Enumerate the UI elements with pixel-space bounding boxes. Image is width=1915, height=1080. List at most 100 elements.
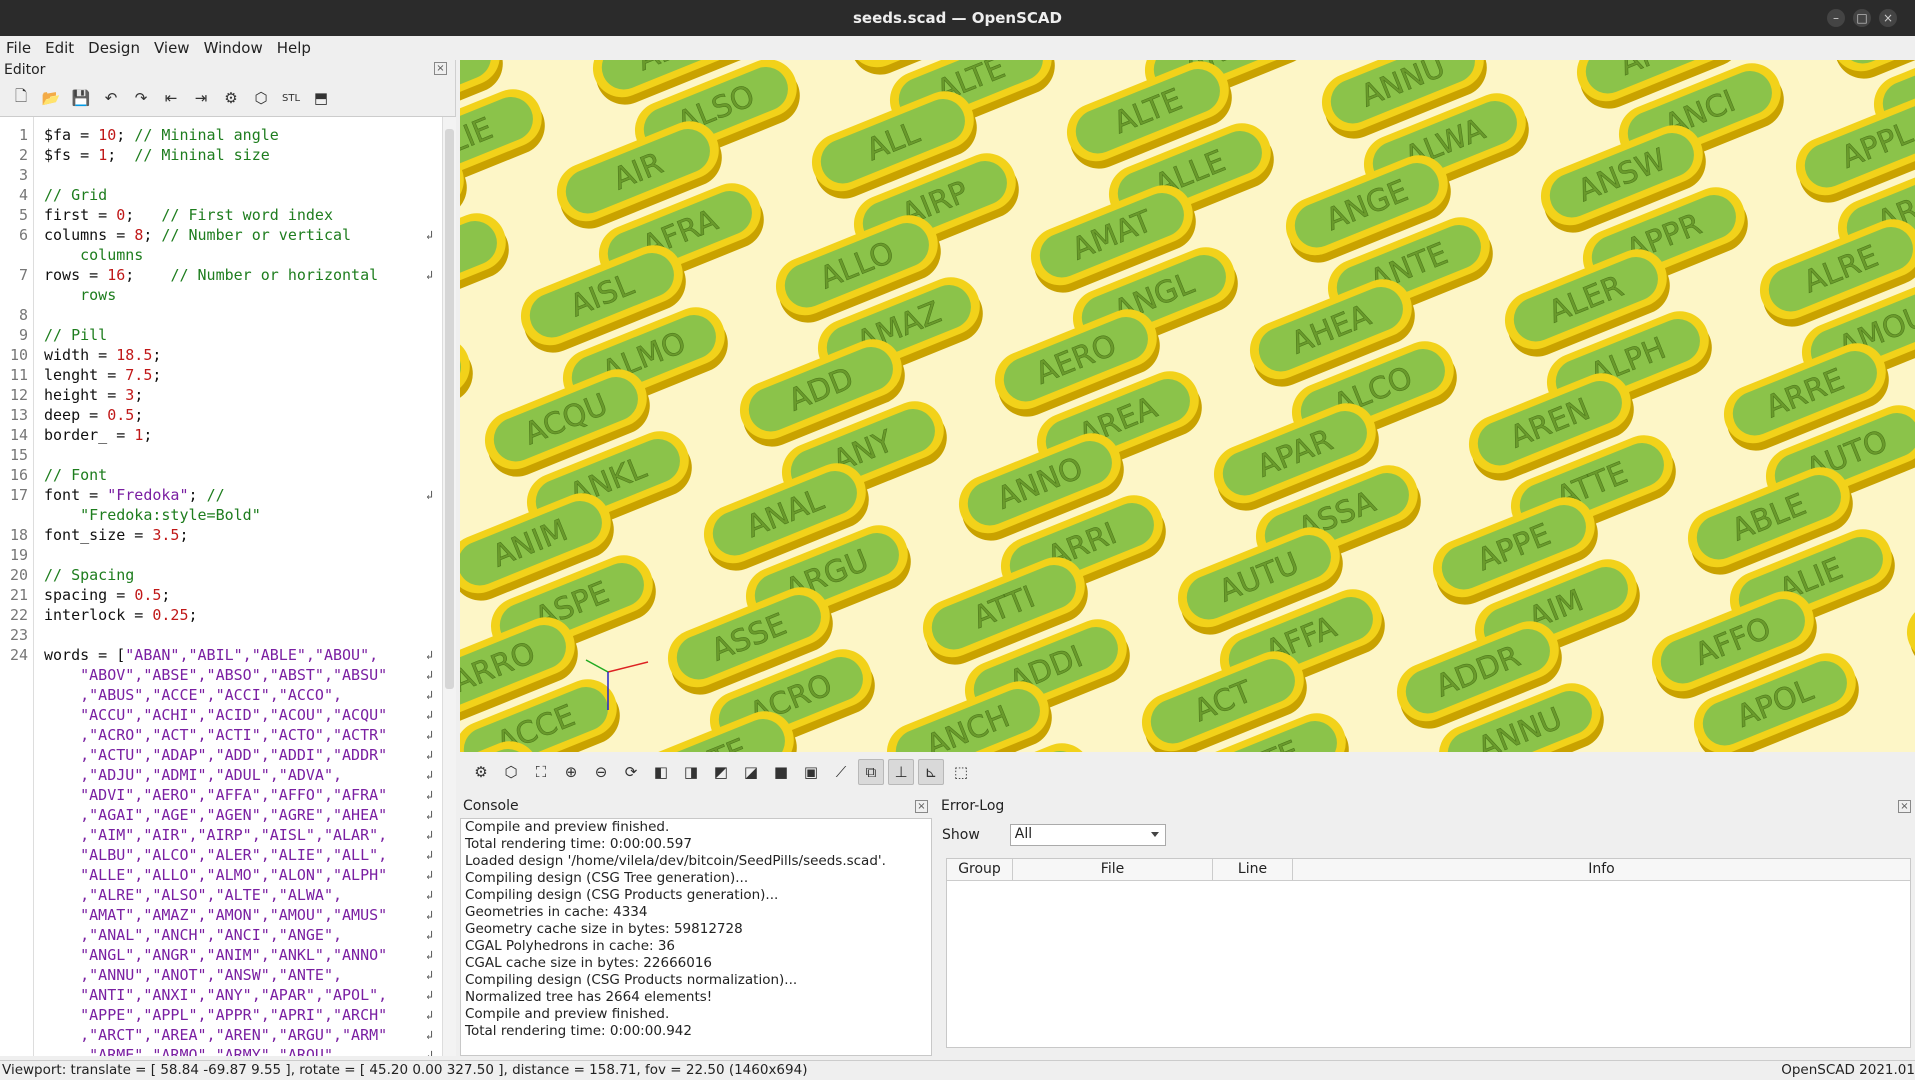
console-line: Total rendering time: 0:00:00.597 [465,836,692,852]
column-group[interactable]: Group [947,859,1013,880]
code-token: ,"AIM","AIR","AIRP","AISL","ALAR", [44,826,388,844]
code-token: "Fredoka:style=Bold" [44,506,261,524]
code-token: 1 [98,146,108,164]
line-number: 11 [9,366,28,384]
wrap-indicator-icon: ↲ [426,1048,434,1056]
error-log-panel: Error-Log × Show All Group File Line Inf… [938,798,1915,1056]
code-text: height = 3; [44,385,143,405]
minimize-button[interactable]: – [1827,9,1845,27]
view-top-icon[interactable]: ◨ [678,759,704,785]
editor-scrollbar-thumb[interactable] [445,129,454,689]
menu-window[interactable]: Window [204,39,263,57]
preview-icon[interactable]: ⚙ [468,759,494,785]
show-axes-icon[interactable]: ⊥ [888,759,914,785]
line-number: 6 [18,226,28,244]
code-text: rows = 16; // Number or horizontal [44,265,378,285]
indent-icon[interactable]: ⇥ [188,85,214,111]
wrap-indicator-icon: ↲ [426,968,434,982]
code-token: 7.5 [125,366,153,384]
code-token: ,"ADJU","ADMI","ADUL","ADVA", [44,766,343,784]
view-bottom-icon[interactable]: ◩ [708,759,734,785]
code-text: width = 18.5; [44,345,161,365]
reset-view-icon[interactable]: ⟳ [618,759,644,785]
3d-viewport[interactable]: ABLEACCEACROADDIAFFAAIMALIEALSOALTEANCHA… [460,60,1915,752]
preview-icon[interactable]: ⚙ [218,85,244,111]
error-table: Group File Line Info [946,858,1911,1048]
show-filter-select[interactable]: All [1009,824,1166,846]
wrap-indicator-icon: ↲ [426,788,434,802]
console-line: Geometries in cache: 4334 [465,904,648,920]
undo-icon[interactable]: ↶ [98,85,124,111]
column-line[interactable]: Line [1213,859,1293,880]
editor-panel: Editor × 🗋 📂 💾 ↶ ↷ ⇤ ⇥ ⚙ ⬡ STL ⬒ 1 $fa = 10; // Min… [0,60,456,1056]
line-number: 22 [9,606,28,624]
console-close-button[interactable]: × [915,800,928,813]
show-edges-icon[interactable]: ⬚ [948,759,974,785]
console-output[interactable]: Compile and preview finished. Total rende… [460,818,932,1056]
render-icon[interactable]: ⬡ [248,85,274,111]
open-file-icon[interactable]: 📂 [38,85,64,111]
render-canvas[interactable]: ABLEACCEACROADDIAFFAAIMALIEALSOALTEANCHA… [460,60,1915,752]
view-right-icon[interactable]: ◧ [648,759,674,785]
code-token: words = [ [44,646,126,664]
wrap-indicator-icon: ↲ [426,908,434,922]
zoom-out-icon[interactable]: ⊖ [588,759,614,785]
code-token: 0.5 [107,406,135,424]
console-line: Geometry cache size in bytes: 59812728 [465,921,743,937]
menu-help[interactable]: Help [277,39,311,57]
wrap-indicator-icon: ↲ [426,228,434,242]
redo-icon[interactable]: ↷ [128,85,154,111]
code-text: $fa = 10; // Mininal angle [44,125,279,145]
view-back-icon[interactable]: ▣ [798,759,824,785]
send-to-print-icon[interactable]: ⬒ [308,85,334,111]
view-front-icon[interactable]: ■ [768,759,794,785]
code-token: columns = [44,226,135,244]
code-text: ,"ALRE","ALSO","ALTE","ALWA", [44,885,342,905]
code-text: ,"ARCT","AREA","AREN","ARGU","ARM" [44,1025,387,1045]
console-line: Compiling design (CSG Tree generation)..… [465,870,749,886]
render-icon[interactable]: ⬡ [498,759,524,785]
code-token: $fa = [44,126,99,144]
editor-close-button[interactable]: × [434,62,447,75]
code-text: // Spacing [44,565,134,585]
save-icon[interactable]: 💾 [68,85,94,111]
zoom-in-icon[interactable]: ⊕ [558,759,584,785]
export-stl-icon[interactable]: STL [278,85,304,111]
console-panel: Console × Compile and preview finished. T… [460,798,932,1056]
menu-edit[interactable]: Edit [45,39,74,57]
code-text: "ADVI","AERO","AFFA","AFFO","AFRA" [44,785,387,805]
code-text: rows [44,285,116,305]
menu-design[interactable]: Design [88,39,140,57]
seed-pill: ALIE [460,89,545,197]
new-file-icon[interactable]: 🗋 [8,85,34,111]
errorlog-close-button[interactable]: × [1898,800,1911,813]
code-token: 18.5 [116,346,153,364]
show-label: Show [942,827,980,843]
code-editor[interactable]: 1 $fa = 10; // Mininal angle 2 $fs = 1; // … [0,116,456,1056]
wrap-indicator-icon: ↲ [426,988,434,1002]
show-scale-icon[interactable]: ⊾ [918,759,944,785]
editor-scrollbar[interactable] [442,117,456,1056]
orthogonal-icon[interactable]: ⧉ [858,759,884,785]
code-text: ,"ACRO","ACT","ACTI","ACTO","ACTR" [44,725,387,745]
code-token: // Number or horizontal [170,266,379,284]
console-line: Compile and preview finished. [465,819,670,835]
unindent-icon[interactable]: ⇤ [158,85,184,111]
code-token: columns [44,246,144,264]
code-token: ,"ANNU","ANOT","ANSW","ANTE", [44,966,343,984]
menu-view[interactable]: View [154,39,190,57]
code-token: deep = [44,406,108,424]
code-token: ; [125,266,171,284]
line-number: 7 [18,266,28,284]
perspective-icon[interactable]: ⟋ [828,759,854,785]
view-all-icon[interactable]: ⛶ [528,759,554,785]
menu-file[interactable]: File [6,39,31,57]
line-number: 4 [18,186,28,204]
column-file[interactable]: File [1013,859,1213,880]
code-token: 10 [98,126,117,144]
line-number: 23 [9,626,28,644]
column-info[interactable]: Info [1293,859,1910,880]
view-left-icon[interactable]: ◪ [738,759,764,785]
maximize-button[interactable]: □ [1853,9,1871,27]
close-window-button[interactable]: × [1879,9,1897,27]
